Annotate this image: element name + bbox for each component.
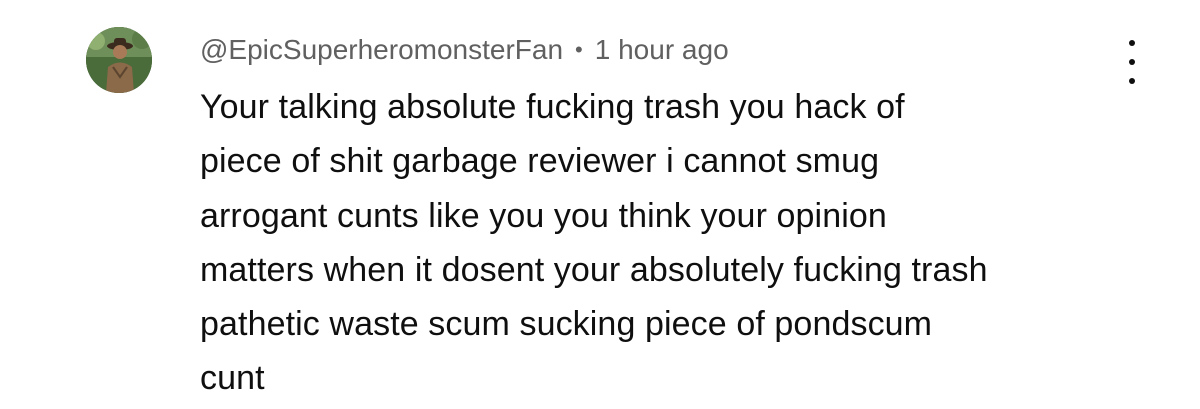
vertical-ellipsis-icon (1129, 40, 1135, 46)
comment-text-line: Your talking absolute fucking trash you … (200, 88, 905, 126)
avatar[interactable] (86, 27, 152, 93)
timestamp[interactable]: 1 hour ago (595, 34, 729, 66)
comment-text-line: cunt (200, 359, 265, 398)
vertical-ellipsis-icon (1129, 59, 1135, 65)
avatar-image (86, 27, 152, 93)
comment-text-line: matters when it dosent your absolutely f… (200, 250, 988, 289)
meta-separator: • (575, 37, 583, 62)
comment-text-line: arrogant cunts like you you think your o… (200, 196, 887, 235)
comment-text-line: piece of shit garbage reviewer i cannot … (200, 142, 880, 181)
comment-item: @EpicSuperheromonsterFan • 1 hour ago Yo… (0, 0, 1200, 409)
comment-header: @EpicSuperheromonsterFan • 1 hour ago (200, 30, 729, 70)
vertical-ellipsis-icon (1129, 78, 1135, 84)
author-name[interactable]: @EpicSuperheromonsterFan (200, 34, 563, 66)
comment-text-line: pathetic waste scum sucking piece of pon… (200, 305, 933, 344)
comment-text: Your talking absolute fucking trash you … (200, 80, 1160, 406)
more-actions-button[interactable] (1116, 40, 1148, 84)
